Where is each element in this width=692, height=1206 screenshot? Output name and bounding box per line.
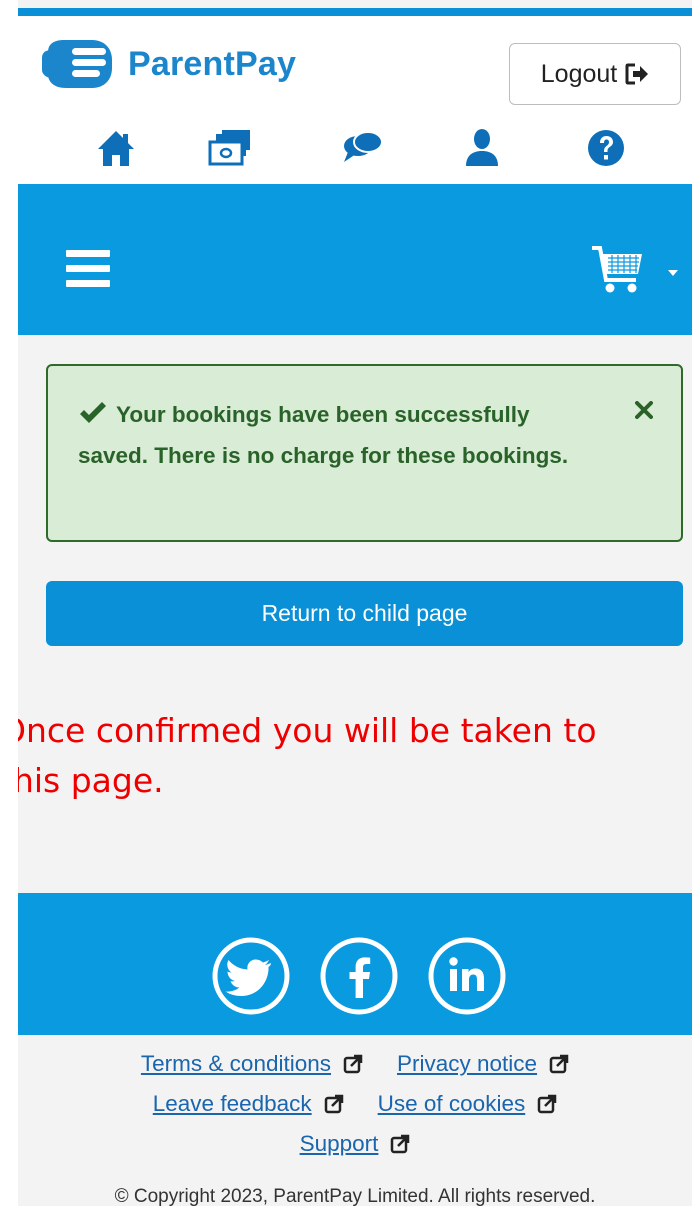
annotation-line-1: Once confirmed you will be taken to (18, 711, 597, 750)
chevron-down-icon (668, 270, 678, 276)
cart-icon (592, 246, 642, 293)
menu-icon[interactable] (66, 248, 110, 293)
external-link-icon (324, 1094, 343, 1114)
terms-link-label: Terms & conditions (140, 1051, 331, 1076)
parentpay-logo[interactable]: ParentPay (42, 38, 296, 90)
instruction-annotation: Once confirmed you will be taken to this… (18, 706, 692, 806)
copyright-text: © Copyright 2023, ParentPay Limited. All… (114, 1186, 596, 1206)
alert-message-wrap: Your bookings have been successfully sav… (78, 396, 598, 475)
success-alert: Your bookings have been successfully sav… (46, 364, 683, 542)
return-to-child-button[interactable]: Return to child page (46, 581, 683, 646)
cookies-link-label: Use of cookies (377, 1091, 526, 1116)
top-accent-bar (18, 8, 692, 16)
privacy-link[interactable]: Privacy notice (397, 1044, 569, 1084)
external-link-icon (549, 1054, 569, 1074)
site-header: ParentPay Logout (18, 16, 692, 184)
page: ParentPay Logout Your bookings have been… (18, 0, 692, 1206)
logo-hand-icon (42, 40, 112, 88)
close-icon[interactable] (635, 401, 653, 424)
header-nav-icons (18, 128, 692, 172)
payments-icon[interactable] (208, 128, 252, 168)
external-link-icon (391, 1134, 410, 1154)
profile-icon[interactable] (462, 128, 502, 168)
feedback-link[interactable]: Leave feedback (153, 1084, 344, 1124)
terms-link[interactable]: Terms & conditions (141, 1044, 363, 1084)
logout-icon (625, 63, 649, 85)
external-link-icon (343, 1054, 363, 1074)
cookies-link[interactable]: Use of cookies (378, 1084, 558, 1124)
support-link[interactable]: Support (300, 1124, 411, 1164)
facebook-icon[interactable] (319, 936, 399, 1021)
annotation-line-2: this page. (18, 761, 164, 800)
help-icon[interactable] (586, 128, 626, 168)
brand-name: ParentPay (128, 44, 297, 83)
logout-label: Logout (540, 59, 618, 88)
feedback-link-label: Leave feedback (152, 1091, 312, 1116)
linkedin-icon[interactable] (427, 936, 507, 1021)
alert-message: Your bookings have been successfully sav… (78, 402, 569, 468)
footer-links: Terms & conditions Privacy notice Leave … (18, 1044, 692, 1164)
privacy-link-label: Privacy notice (397, 1051, 538, 1076)
external-link-icon (537, 1094, 557, 1114)
home-icon[interactable] (96, 128, 136, 168)
twitter-icon[interactable] (211, 936, 291, 1021)
logout-button[interactable]: Logout (509, 43, 681, 105)
social-band (18, 893, 692, 1035)
support-link-label: Support (299, 1131, 379, 1156)
check-icon (78, 399, 108, 437)
messages-icon[interactable] (340, 128, 384, 164)
basket-button[interactable] (590, 244, 680, 296)
